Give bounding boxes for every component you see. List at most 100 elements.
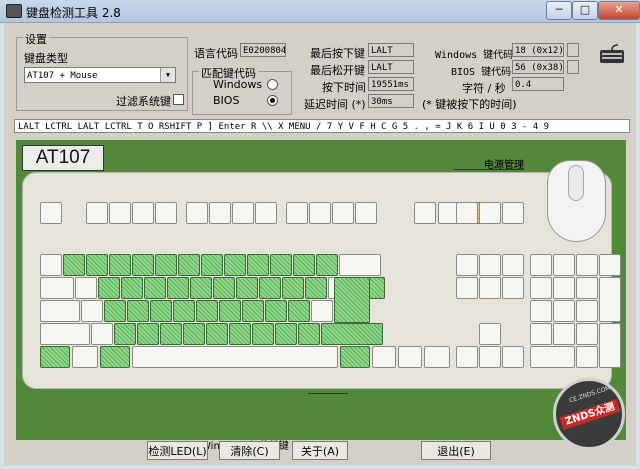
key-z-2	[137, 323, 159, 345]
key-z-4	[183, 323, 205, 345]
key-f7	[232, 202, 254, 224]
delay-field: 30ms	[368, 94, 414, 108]
key-num-2	[86, 254, 108, 276]
mouse-wheel	[568, 165, 584, 201]
keyboard-type-select[interactable]: AT107 + Mouse ▼	[24, 67, 176, 83]
key-del-2	[502, 277, 524, 299]
last-pressed-field: LALT	[368, 43, 414, 57]
key-a-10	[311, 300, 333, 322]
key-q-3	[144, 277, 166, 299]
power-callout-line	[454, 169, 524, 170]
key-f2	[109, 202, 131, 224]
exit-button[interactable]: 退出(E)	[421, 441, 491, 460]
key-num-1	[63, 254, 85, 276]
key-z-7	[252, 323, 274, 345]
mouse-image	[547, 160, 606, 242]
key-del-0	[456, 277, 478, 299]
keyboard-panel: AT107 电源管理 Windows 与菜单键	[16, 140, 626, 452]
client-area: 设置 键盘类型 AT107 + Mouse ▼ 过滤系统键 语言代码 E0200…	[4, 23, 636, 465]
key-space	[132, 346, 338, 368]
key-z-9	[298, 323, 320, 345]
key-ins-0	[456, 254, 478, 276]
key-caps	[40, 300, 80, 322]
key-prt-0	[456, 202, 478, 224]
keyboard-icon	[600, 44, 624, 63]
keyboard-type-label: 键盘类型	[24, 52, 68, 65]
key-ralt	[340, 346, 370, 368]
key-num-6	[178, 254, 200, 276]
delay-label: 延迟时间 (*)	[304, 98, 366, 111]
key-num-9	[247, 254, 269, 276]
chevron-down-icon[interactable]: ▼	[160, 68, 175, 82]
bios-code-extra	[567, 60, 579, 74]
last-released-field: LALT	[368, 60, 414, 74]
key-rshift	[321, 323, 383, 345]
key-num-3	[109, 254, 131, 276]
key-sequence-field: LALT LCTRL LALT LCTRL T O RSHIFT P ] Ent…	[14, 119, 630, 133]
match-code-group: 匹配键代码 Windows BIOS	[192, 65, 292, 115]
key-np-1-0	[530, 277, 552, 299]
key-lwin	[72, 346, 98, 368]
key-a-0	[81, 300, 103, 322]
language-code-field: E0200804	[240, 43, 286, 57]
key-f10	[309, 202, 331, 224]
key-num-11	[293, 254, 315, 276]
key-q-0	[75, 277, 97, 299]
keyboard-app-icon	[6, 4, 22, 18]
settings-group-title: 设置	[23, 31, 49, 47]
key-arrow-1	[479, 346, 501, 368]
key-lctrl	[40, 346, 70, 368]
key-arrow-2	[502, 346, 524, 368]
key-a-9	[288, 300, 310, 322]
key-tab	[40, 277, 74, 299]
key-np-3-0	[530, 323, 552, 345]
key-arrow-0	[456, 346, 478, 368]
key-z-5	[206, 323, 228, 345]
window-title: 键盘检测工具 2.8	[26, 6, 121, 20]
key-z-6	[229, 323, 251, 345]
key-esc	[40, 202, 62, 224]
key-ins-1	[479, 254, 501, 276]
key-a-2	[127, 300, 149, 322]
filter-system-keys-checkbox[interactable]	[173, 94, 184, 105]
key-q-4	[167, 277, 189, 299]
key-a-7	[242, 300, 264, 322]
title-bar: 键盘检测工具 2.8 ─ □ ✕	[0, 0, 640, 23]
radio-bios-label: BIOS	[213, 94, 240, 107]
key-q-1	[98, 277, 120, 299]
key-rwin	[372, 346, 396, 368]
radio-windows[interactable]	[267, 79, 278, 90]
key-f5	[186, 202, 208, 224]
key-z-1	[114, 323, 136, 345]
maximize-button[interactable]: □	[572, 1, 598, 20]
key-up	[479, 323, 501, 345]
key-q-10	[305, 277, 327, 299]
key-a-5	[196, 300, 218, 322]
key-f6	[209, 202, 231, 224]
key-np-1-2	[576, 277, 598, 299]
key-num-0	[40, 254, 62, 276]
char-rate-label: 字符 / 秒	[462, 82, 506, 95]
znds-watermark-logo: CE.ZNDS.COM ZNDS众测	[553, 378, 625, 450]
key-f11	[332, 202, 354, 224]
close-button[interactable]: ✕	[598, 1, 640, 20]
key-z-8	[275, 323, 297, 345]
key-q-5	[190, 277, 212, 299]
key-power	[414, 202, 436, 224]
key-prt-2	[502, 202, 524, 224]
detect-led-button[interactable]: 检测LED(L)	[147, 441, 208, 460]
minimize-button[interactable]: ─	[546, 1, 572, 20]
key-rctrl	[424, 346, 450, 368]
radio-bios[interactable]	[267, 95, 278, 106]
windows-code-label: Windows 键代码	[435, 50, 514, 61]
clear-button[interactable]: 清除(C)	[219, 441, 280, 460]
key-q-8	[259, 277, 281, 299]
key-a-1	[104, 300, 126, 322]
key-np-dot	[576, 346, 598, 368]
key-q-7	[236, 277, 258, 299]
about-button[interactable]: 关于(A)	[292, 441, 348, 460]
bios-code-label: BIOS 键代码	[451, 67, 512, 78]
press-time-label: 按下时间	[322, 81, 366, 94]
delay-note: (* 键被按下的时间)	[422, 98, 517, 111]
language-code-label: 语言代码	[194, 47, 238, 60]
